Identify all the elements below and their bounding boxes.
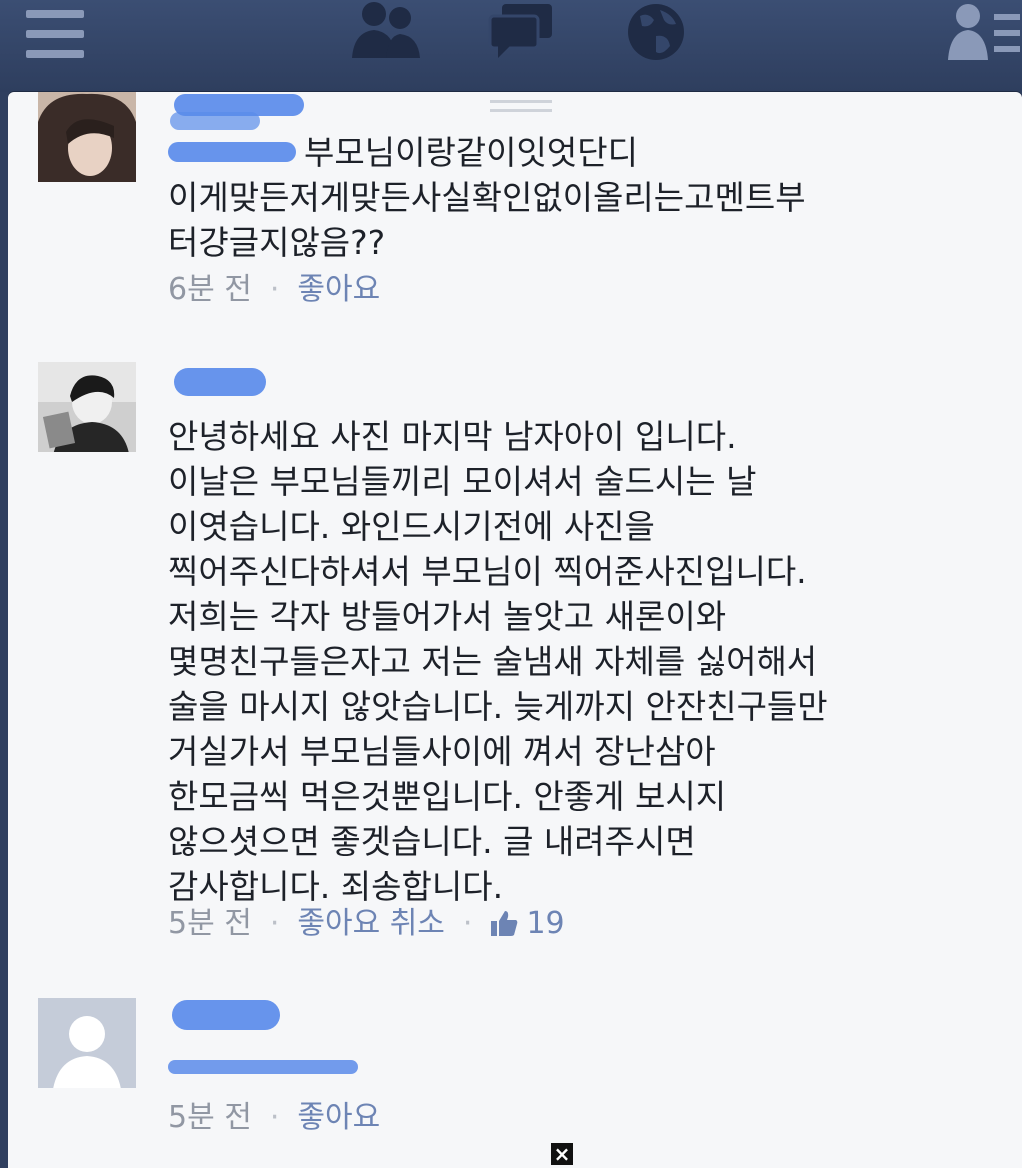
commenter-avatar[interactable] <box>38 92 136 182</box>
comment-meta: 6분 전 · 좋아요 <box>168 270 380 310</box>
commenter-avatar[interactable] <box>38 362 136 452</box>
close-icon[interactable]: × <box>551 1143 573 1165</box>
comment-meta: 5분 전 · 좋아요 <box>168 1098 380 1138</box>
drag-handle[interactable] <box>490 100 552 112</box>
unlike-link[interactable]: 좋아요 취소 <box>297 906 445 941</box>
comments-panel: 부모님이랑같이잇엇단디 이게맞든저게맞든사실확인없이올리는고멘트부 터걍글지않음… <box>8 92 1022 1168</box>
separator-dot: · <box>269 906 280 941</box>
commenter-avatar[interactable] <box>38 998 136 1088</box>
messages-icon[interactable] <box>488 2 554 60</box>
comment-meta: 5분 전 · 좋아요 취소 · 19 <box>168 904 565 944</box>
comment-text: 부모님이랑같이잇엇단디 이게맞든저게맞든사실확인없이올리는고멘트부 터걍글지않음… <box>168 133 806 262</box>
comment-time: 5분 전 <box>168 906 252 941</box>
separator-dot: · <box>269 1100 280 1135</box>
friends-list-icon[interactable] <box>946 2 1022 62</box>
friend-requests-icon[interactable] <box>350 0 422 60</box>
like-link[interactable]: 좋아요 <box>297 1100 380 1135</box>
notifications-globe-icon[interactable] <box>626 2 686 62</box>
like-count[interactable]: 19 <box>526 906 564 941</box>
redaction-mark <box>168 1060 358 1074</box>
comment-text: 안녕하세요 사진 마지막 남자아이 입니다. 이날은 부모님들끼리 모이셔서 술… <box>168 417 828 906</box>
top-navigation-bar <box>0 0 1022 92</box>
thumbs-up-icon <box>491 911 518 936</box>
redaction-mark <box>172 1000 280 1030</box>
commenter-name-redacted[interactable] <box>168 362 328 406</box>
commenter-name-redacted[interactable] <box>168 998 328 1042</box>
like-link[interactable]: 좋아요 <box>297 272 380 307</box>
separator-dot: · <box>462 906 473 941</box>
redaction-mark <box>174 368 266 396</box>
comment-time: 6분 전 <box>168 272 252 307</box>
menu-icon[interactable] <box>26 8 86 60</box>
redaction-mark <box>170 112 260 130</box>
comment-time: 5분 전 <box>168 1100 252 1135</box>
separator-dot: · <box>269 272 280 307</box>
